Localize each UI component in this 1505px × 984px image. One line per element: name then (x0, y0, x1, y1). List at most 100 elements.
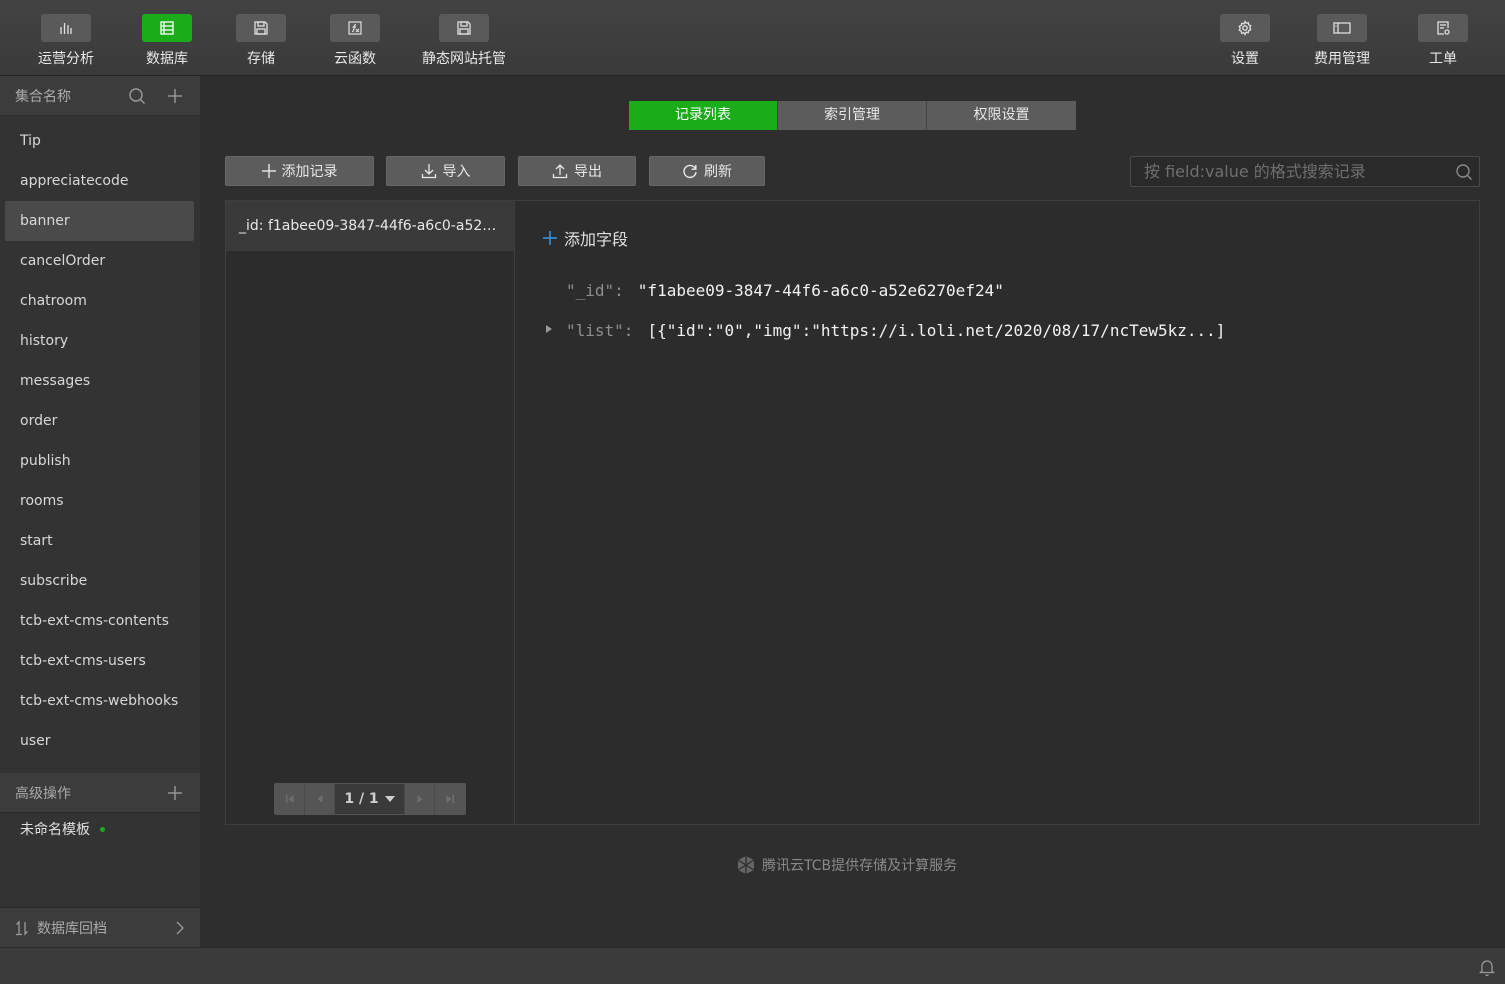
record-item[interactable]: _id: f1abee09-3847-44f6-a6c0-a52e6270ef2… (226, 201, 514, 251)
add-field-label: 添加字段 (564, 230, 629, 249)
tab-index-management[interactable]: 索引管理 (778, 101, 927, 130)
database-rollback-label: 数据库回档 (37, 920, 107, 937)
template-label: 未命名模板 (20, 822, 90, 838)
collection-item-order[interactable]: order (0, 401, 195, 441)
collection-item-subscribe[interactable]: subscribe (0, 561, 195, 601)
toolbar-analytics-button[interactable]: 运营分析 (38, 14, 94, 68)
toolbar-function-button[interactable]: 云函数 (330, 14, 380, 68)
pagination: 1 / 1 (274, 783, 466, 815)
top-toolbar: 运营分析 数据库 存储 云函数 静态网站托管 设置 费用管理 工单 (0, 0, 1505, 76)
function-icon (348, 21, 362, 35)
collection-item-user[interactable]: user (0, 721, 195, 761)
toolbar-storage-button[interactable]: 存储 (236, 14, 286, 68)
bell-icon[interactable] (1478, 958, 1496, 980)
refresh-button[interactable]: 刷新 (649, 156, 765, 186)
field-value: [{"id":"0","img":"https://i.loli.net/202… (647, 321, 1226, 340)
collection-item-history[interactable]: history (0, 321, 195, 361)
collection-item-banner[interactable]: banner (5, 201, 194, 241)
collection-item-rooms[interactable]: rooms (0, 481, 195, 521)
view-tabs: 记录列表 索引管理 权限设置 (629, 101, 1076, 130)
tencent-cloud-logo-icon (737, 856, 755, 874)
import-button[interactable]: 导入 (386, 156, 505, 186)
collection-item-start[interactable]: start (0, 521, 195, 561)
search-input[interactable] (1131, 162, 1449, 181)
page-indicator: 1 / 1 (344, 791, 379, 807)
static-hosting-icon (457, 21, 471, 35)
add-template-icon[interactable] (165, 783, 185, 803)
add-collection-icon[interactable] (165, 86, 185, 106)
record-detail: 添加字段 "_id": "f1abee09-3847-44f6-a6c0-a52e… (516, 201, 1479, 824)
toolbar-billing-label: 费用管理 (1314, 51, 1370, 67)
collection-item-chatroom[interactable]: chatroom (0, 281, 195, 321)
first-page-icon (285, 795, 293, 803)
export-button[interactable]: 导出 (518, 156, 636, 186)
collection-item-tcb-ext-cms-webhooks[interactable]: tcb-ext-cms-webhooks (0, 681, 195, 721)
next-page-icon (417, 795, 422, 803)
prev-page-icon (317, 795, 322, 803)
page-select[interactable]: 1 / 1 (335, 784, 405, 814)
record-search (1130, 156, 1480, 187)
collection-item-cancelorder[interactable]: cancelOrder (0, 241, 195, 281)
field-key: "_id": (566, 281, 624, 300)
expand-icon[interactable] (546, 325, 552, 333)
toolbar-ticket-button[interactable]: 工单 (1418, 14, 1468, 68)
chevron-right-icon (176, 921, 184, 934)
first-page-button[interactable] (275, 784, 305, 814)
upload-icon (552, 164, 568, 179)
toolbar-static-hosting-label: 静态网站托管 (422, 51, 506, 67)
prev-page-button[interactable] (305, 784, 335, 814)
caret-down-icon (384, 796, 395, 802)
add-record-button[interactable]: 添加记录 (225, 156, 374, 186)
toolbar-ticket-label: 工单 (1429, 51, 1457, 67)
download-icon (421, 164, 436, 179)
status-bar (0, 947, 1505, 984)
last-page-icon (446, 795, 454, 803)
toolbar-database-button[interactable]: 数据库 (142, 14, 192, 68)
status-dot (100, 826, 105, 832)
add-field-button[interactable]: 添加字段 (542, 226, 628, 250)
collection-header: 集合名称 (0, 76, 200, 116)
toolbar-analytics-label: 运营分析 (38, 51, 94, 67)
storage-icon (254, 21, 268, 35)
last-page-button[interactable] (435, 784, 465, 814)
toolbar-static-hosting-button[interactable]: 静态网站托管 (422, 14, 506, 68)
import-label: 导入 (442, 164, 471, 180)
sort-icon (16, 919, 28, 936)
plus-icon (543, 231, 557, 245)
advanced-header-title: 高级操作 (15, 785, 71, 802)
database-icon (160, 21, 174, 35)
records-panel: _id: f1abee09-3847-44f6-a6c0-a52e6270ef2… (225, 200, 1480, 825)
next-page-button[interactable] (405, 784, 435, 814)
export-label: 导出 (574, 164, 602, 180)
refresh-label: 刷新 (704, 164, 732, 180)
tab-permission-settings[interactable]: 权限设置 (927, 101, 1076, 130)
collection-item-publish[interactable]: publish (0, 441, 195, 481)
collection-header-title: 集合名称 (15, 88, 71, 105)
refresh-icon (683, 164, 697, 179)
field-key: "list": (566, 321, 634, 340)
toolbar-settings-button[interactable]: 设置 (1220, 14, 1270, 68)
toolbar-database-label: 数据库 (146, 51, 188, 67)
toolbar-billing-button[interactable]: 费用管理 (1314, 14, 1370, 68)
collection-item-tcb-ext-cms-contents[interactable]: tcb-ext-cms-contents (0, 601, 195, 641)
collection-item-messages[interactable]: messages (0, 361, 195, 401)
search-icon[interactable] (1449, 163, 1479, 181)
collection-list: Tip appreciatecode banner cancelOrder ch… (0, 116, 200, 761)
plus-icon (261, 164, 276, 178)
collection-item-tcb-ext-cms-users[interactable]: tcb-ext-cms-users (0, 641, 195, 681)
toolbar-settings-label: 设置 (1231, 51, 1259, 67)
field-row-id[interactable]: "_id": "f1abee09-3847-44f6-a6c0-a52e6270e… (566, 281, 1004, 300)
template-item[interactable]: 未命名模板 (20, 819, 105, 839)
search-icon[interactable] (127, 86, 147, 106)
gear-icon (1238, 20, 1252, 36)
add-record-label: 添加记录 (281, 164, 338, 180)
advanced-header: 高级操作 (0, 773, 200, 813)
collection-item-tip[interactable]: Tip (0, 121, 195, 161)
database-rollback-button[interactable]: 数据库回档 (0, 907, 200, 947)
tab-record-list[interactable]: 记录列表 (629, 101, 778, 130)
field-row-list[interactable]: "list": [{"id":"0","img":"https://i.loli.… (566, 321, 1225, 340)
billing-icon (1333, 22, 1351, 34)
collection-item-appreciatecode[interactable]: appreciatecode (0, 161, 195, 201)
footer-text: 腾讯云TCB提供存储及计算服务 (762, 858, 958, 874)
provider-footer: 腾讯云TCB提供存储及计算服务 (736, 855, 957, 875)
